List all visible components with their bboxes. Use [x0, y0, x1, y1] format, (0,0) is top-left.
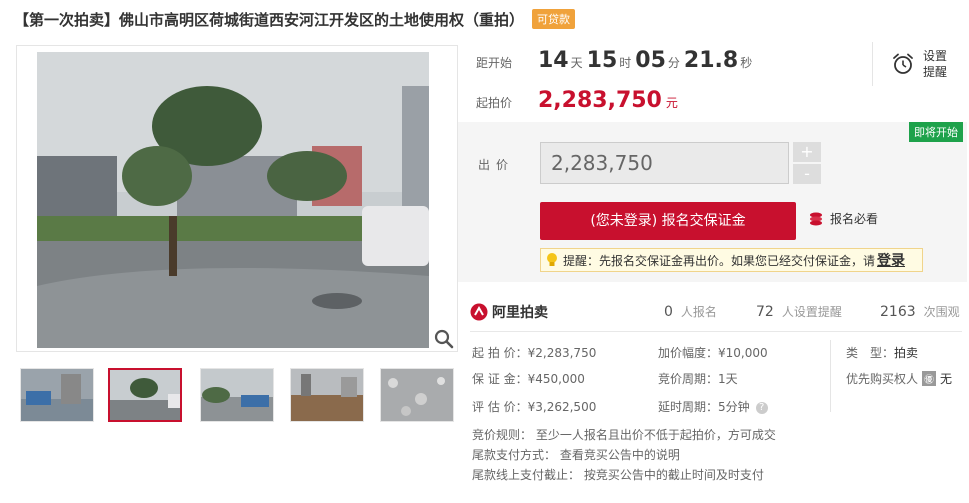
bid-box: 即将开始 出价 2,283,750 + - (您未登录) 报名交保证金 报名必看…	[458, 122, 967, 282]
detail-increment: 加价幅度：¥10,000	[658, 346, 768, 360]
view-count: 2163 次围观	[880, 303, 960, 320]
must-read-link[interactable]: 报名必看	[808, 210, 878, 227]
thumbnail-4[interactable]	[290, 368, 364, 422]
countdown-days-unit: 天	[570, 56, 583, 70]
thumbnail-2[interactable]	[108, 368, 182, 422]
detail-appraisal: 评 估 价：¥3,262,500	[472, 400, 597, 414]
detail-delay: 延时周期：5分钟?	[658, 398, 768, 415]
signup-count: 0 人报名	[664, 303, 717, 320]
must-read-label: 报名必看	[830, 212, 879, 226]
login-tip: 提醒：先报名交保证金再出价。如果您已经交付保证金，请 登录	[540, 248, 923, 272]
set-reminder-button[interactable]: 设置提醒	[872, 42, 962, 86]
countdown: 距开始 14 天 15 时 05 分 21.8 秒	[476, 48, 756, 78]
details-divider	[830, 340, 831, 412]
detail-delay-text: 延时周期：5分钟	[658, 400, 750, 414]
bid-stepper: + -	[793, 142, 821, 186]
bid-input[interactable]: 2,283,750	[540, 142, 789, 184]
start-price-unit: 元	[665, 96, 678, 110]
view-count-value: 2163	[880, 304, 916, 320]
street-scene-image	[17, 46, 457, 351]
detail-start-price: 起 拍 价：¥2,283,750	[472, 346, 597, 360]
start-price-label: 起拍价	[476, 96, 513, 110]
main-photo[interactable]	[16, 45, 458, 352]
thumbnail-5[interactable]	[380, 368, 454, 422]
detail-rule: 竞价规则： 至少一人报名且出价不低于起拍价，方可成交	[472, 428, 776, 442]
countdown-minutes-unit: 分	[667, 56, 680, 70]
loan-badge: 可贷款	[532, 9, 576, 29]
countdown-minutes: 05	[635, 48, 666, 73]
countdown-label: 距开始	[476, 56, 513, 70]
thumbnail-strip	[16, 368, 458, 428]
countdown-days: 14	[538, 48, 569, 73]
decrease-bid-button[interactable]: -	[793, 164, 821, 184]
start-price: 起拍价 2,283,750 元	[476, 88, 678, 113]
signup-count-label: 人报名	[680, 305, 717, 319]
signup-count-value: 0	[664, 304, 673, 320]
ali-auction-logo-icon	[470, 303, 488, 320]
coins-icon	[810, 212, 822, 225]
stats-bar: 阿里拍卖 0 人报名 72 人设置提醒 2163 次围观	[470, 292, 962, 332]
countdown-seconds: 21.8	[683, 48, 739, 73]
register-deposit-button[interactable]: (您未登录) 报名交保证金	[540, 202, 796, 240]
set-reminder-label: 设置提醒	[923, 49, 948, 79]
brand-name: 阿里拍卖	[492, 304, 548, 321]
detail-priority: 优先购买权人㊝无	[846, 370, 952, 387]
detail-payment: 尾款支付方式： 查看竞买公告中的说明	[472, 448, 680, 462]
view-count-label: 次围观	[923, 305, 960, 319]
countdown-hours-unit: 时	[619, 56, 632, 70]
auction-panel: 距开始 14 天 15 时 05 分 21.8 秒 设置提醒 起拍价 2,283…	[458, 36, 969, 503]
increase-bid-button[interactable]: +	[793, 142, 821, 162]
reminder-count: 72 人设置提醒	[756, 303, 842, 320]
page-title: 【第一次拍卖】佛山市高明区荷城街道西安河江开发区的土地使用权（重拍）	[14, 10, 525, 29]
reminder-count-label: 人设置提醒	[781, 305, 842, 319]
detail-type-value: 拍卖	[894, 346, 919, 360]
help-icon[interactable]: ?	[755, 401, 768, 414]
detail-priority-value: 无	[940, 372, 953, 386]
countdown-seconds-unit: 秒	[740, 56, 753, 70]
detail-type-label: 类 型：	[846, 346, 895, 360]
zoom-icon[interactable]	[433, 328, 455, 350]
thumbnail-3[interactable]	[200, 368, 274, 422]
coming-soon-badge: 即将开始	[909, 122, 963, 142]
reminder-count-value: 72	[756, 304, 774, 320]
alarm-clock-icon	[893, 53, 913, 74]
title-bar: 【第一次拍卖】佛山市高明区荷城街道西安河江开发区的土地使用权（重拍） 可贷款	[14, 8, 576, 30]
lightbulb-icon	[547, 253, 557, 266]
start-price-value: 2,283,750	[538, 88, 662, 113]
login-link[interactable]: 登录	[877, 250, 905, 270]
priority-badge-icon: ㊝	[922, 371, 937, 386]
detail-priority-label: 优先购买权人	[846, 372, 919, 386]
thumbnail-1[interactable]	[20, 368, 94, 422]
detail-type: 类 型：拍卖	[846, 344, 918, 361]
login-tip-text: 提醒：先报名交保证金再出价。如果您已经交付保证金，请	[563, 253, 876, 268]
bid-label: 出价	[478, 158, 515, 172]
detail-deposit: 保 证 金：¥450,000	[472, 372, 585, 386]
detail-cycle: 竞价周期：1天	[658, 372, 738, 386]
countdown-hours: 15	[586, 48, 618, 73]
detail-deadline: 尾款线上支付截止： 按竞买公告中的截止时间及时支付	[472, 468, 764, 482]
